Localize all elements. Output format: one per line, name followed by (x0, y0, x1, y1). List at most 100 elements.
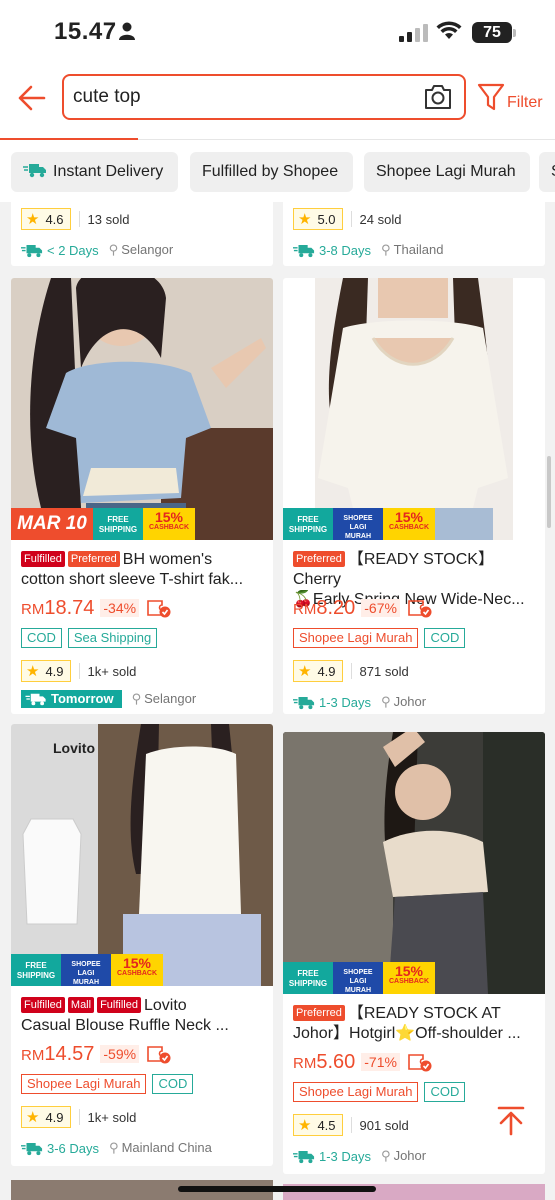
filter-button[interactable]: Filter (477, 82, 549, 118)
star-icon: ★ (298, 210, 312, 228)
divider (350, 663, 352, 679)
shipping-row: 1-3 Days ⚲ Johor (293, 1146, 426, 1166)
rating-badge: ★ 4.9 (21, 1106, 71, 1128)
rating-badge: ★ 5.0 (293, 208, 343, 230)
mar10-badge: MAR 10 (11, 508, 93, 540)
rating-value: 4.5 (317, 1117, 336, 1133)
chip-fulfilled-by-shopee[interactable]: Fulfilled by Shopee (190, 152, 353, 192)
product-image[interactable]: FREE SHIPPING SHOPEE LAGI MURAH 15% CASHBACK (283, 732, 545, 994)
camera-icon[interactable] (424, 84, 452, 110)
star-icon: ★ (298, 662, 312, 680)
chip-shopee-lagi-murah[interactable]: Shopee Lagi Murah (364, 152, 530, 192)
location-pin-icon: ⚲ (109, 1140, 119, 1155)
currency: RM (21, 601, 45, 618)
star-icon: ★ (26, 210, 40, 228)
rating-value: 4.9 (45, 1109, 64, 1125)
chip-label: Shopee Lagi Murah (376, 163, 516, 180)
lagi-murah-badge: SHOPEE LAGI MURAH (61, 954, 111, 986)
tag-fulfilled: Fulfilled (21, 551, 65, 567)
promo-banner: FREE SHIPPING SHOPEE LAGI MURAH 15% CASHBACK (11, 954, 163, 986)
product-card[interactable]: FREE SHIPPING SHOPEE LAGI MURAH 15% CASHBACK… (283, 278, 545, 714)
label-cod: COD (424, 628, 466, 648)
scrollbar[interactable] (547, 456, 551, 528)
product-card[interactable]: Lovito FREE SHIPPING SHOPEE LAGI MURAH 15% C… (11, 724, 273, 1166)
divider (350, 211, 352, 227)
free-shipping-badge: FREE SHIPPING (93, 508, 143, 540)
rating-row: ★ 4.9 871 sold (293, 660, 409, 682)
sold-count: 24 sold (359, 211, 402, 227)
cashback-badge: 15% CASHBACK (111, 954, 163, 986)
chip-label: Instant Delivery (53, 163, 164, 180)
sold-count: 13 sold (87, 211, 130, 227)
cashback-badge: 15% CASHBACK (383, 962, 435, 994)
divider (78, 1109, 80, 1125)
shipping-row: 3-8 Days ⚲ Thailand (293, 240, 443, 260)
currency: RM (293, 1055, 317, 1072)
search-box[interactable]: cute top (62, 74, 466, 120)
delivery-truck-icon (293, 244, 315, 257)
currency: RM (21, 1047, 45, 1064)
promo-banner: FREE SHIPPING SHOPEE LAGI MURAH 15% CASHBACK (283, 508, 435, 540)
search-header: cute top Filter (0, 64, 555, 141)
divider (350, 1117, 352, 1133)
product-photo (283, 732, 545, 994)
product-photo (283, 278, 545, 540)
label-lagi-murah: Shopee Lagi Murah (293, 1082, 419, 1102)
back-to-top-icon[interactable] (497, 1106, 525, 1136)
shipping-row: 1-3 Days ⚲ Johor (293, 692, 426, 712)
rating-badge: ★ 4.6 (21, 208, 71, 230)
battery-tip (513, 29, 516, 37)
currency: RM (293, 601, 317, 618)
rating-row: ★ 4.5 901 sold (293, 1114, 409, 1136)
delivery-time: < 2 Days (47, 242, 99, 258)
free-shipping-badge: FREE SHIPPING (11, 954, 61, 986)
location: ⚲ Selangor (132, 691, 197, 707)
label-row: Shopee Lagi Murah COD (293, 1082, 471, 1102)
chip-label: S (551, 163, 555, 180)
tag-preferred: Preferred (293, 551, 345, 567)
location-text: Mainland China (121, 1140, 212, 1155)
search-input[interactable]: cute top (73, 86, 141, 108)
rating-row: ★ 4.6 13 sold (21, 208, 129, 230)
tomorrow-delivery-badge: Tomorrow (21, 690, 122, 708)
back-arrow-icon[interactable] (12, 78, 52, 118)
chip-more[interactable]: S (539, 152, 555, 192)
product-card-partial[interactable]: ★ 4.6 13 sold < 2 Days ⚲ Selangor (11, 202, 273, 266)
discount-badge: -59% (100, 1045, 140, 1063)
label-row: Shopee Lagi Murah COD (21, 1074, 199, 1094)
price-row: RM 8.20 -67% (293, 596, 432, 620)
chip-instant-delivery[interactable]: Instant Delivery (11, 152, 178, 192)
delivery-time: 1-3 Days (319, 694, 372, 710)
filter-icon (477, 83, 505, 111)
lagi-murah-badge: SHOPEE LAGI MURAH (333, 962, 383, 994)
product-card-partial[interactable]: ★ 5.0 24 sold 3-8 Days ⚲ Thailand (283, 202, 545, 266)
location: ⚲ Johor (381, 694, 426, 710)
price: 8.20 (316, 596, 356, 619)
location-text: Thailand (393, 242, 444, 257)
discount-badge: -34% (100, 599, 140, 617)
sold-count: 1k+ sold (87, 663, 137, 679)
cod-voucher-icon (147, 600, 171, 618)
delivery-truck-icon (21, 244, 43, 257)
price: 18.74 (44, 596, 95, 619)
battery-indicator: 75 (472, 22, 512, 43)
free-shipping-badge: FREE SHIPPING (283, 962, 333, 994)
sold-count: 1k+ sold (87, 1109, 137, 1125)
tag-preferred: Preferred (67, 551, 120, 567)
wifi-icon (436, 21, 462, 39)
location-pin-icon: ⚲ (381, 694, 391, 709)
home-indicator[interactable] (178, 1186, 376, 1192)
product-image[interactable]: FREE SHIPPING SHOPEE LAGI MURAH 15% CASHBACK (283, 278, 545, 540)
delivery-time: 3-8 Days (319, 242, 372, 258)
shipping-row: < 2 Days ⚲ Selangor (21, 240, 173, 260)
label-cod: COD (152, 1074, 194, 1094)
product-card[interactable]: MAR 10 FREE SHIPPING 15% CASHBACK Fulfille… (11, 278, 273, 714)
location-pin-icon: ⚲ (108, 242, 119, 257)
tag-fulfilled: Fulfilled (97, 997, 141, 1013)
product-photo (11, 278, 273, 540)
price-row: RM 14.57 -59% (21, 1042, 171, 1066)
cod-voucher-icon (408, 1054, 432, 1072)
product-image[interactable]: Lovito FREE SHIPPING SHOPEE LAGI MURAH 15% C… (11, 724, 273, 986)
price-row: RM 5.60 -71% (293, 1050, 432, 1074)
product-image[interactable]: MAR 10 FREE SHIPPING 15% CASHBACK (11, 278, 273, 540)
